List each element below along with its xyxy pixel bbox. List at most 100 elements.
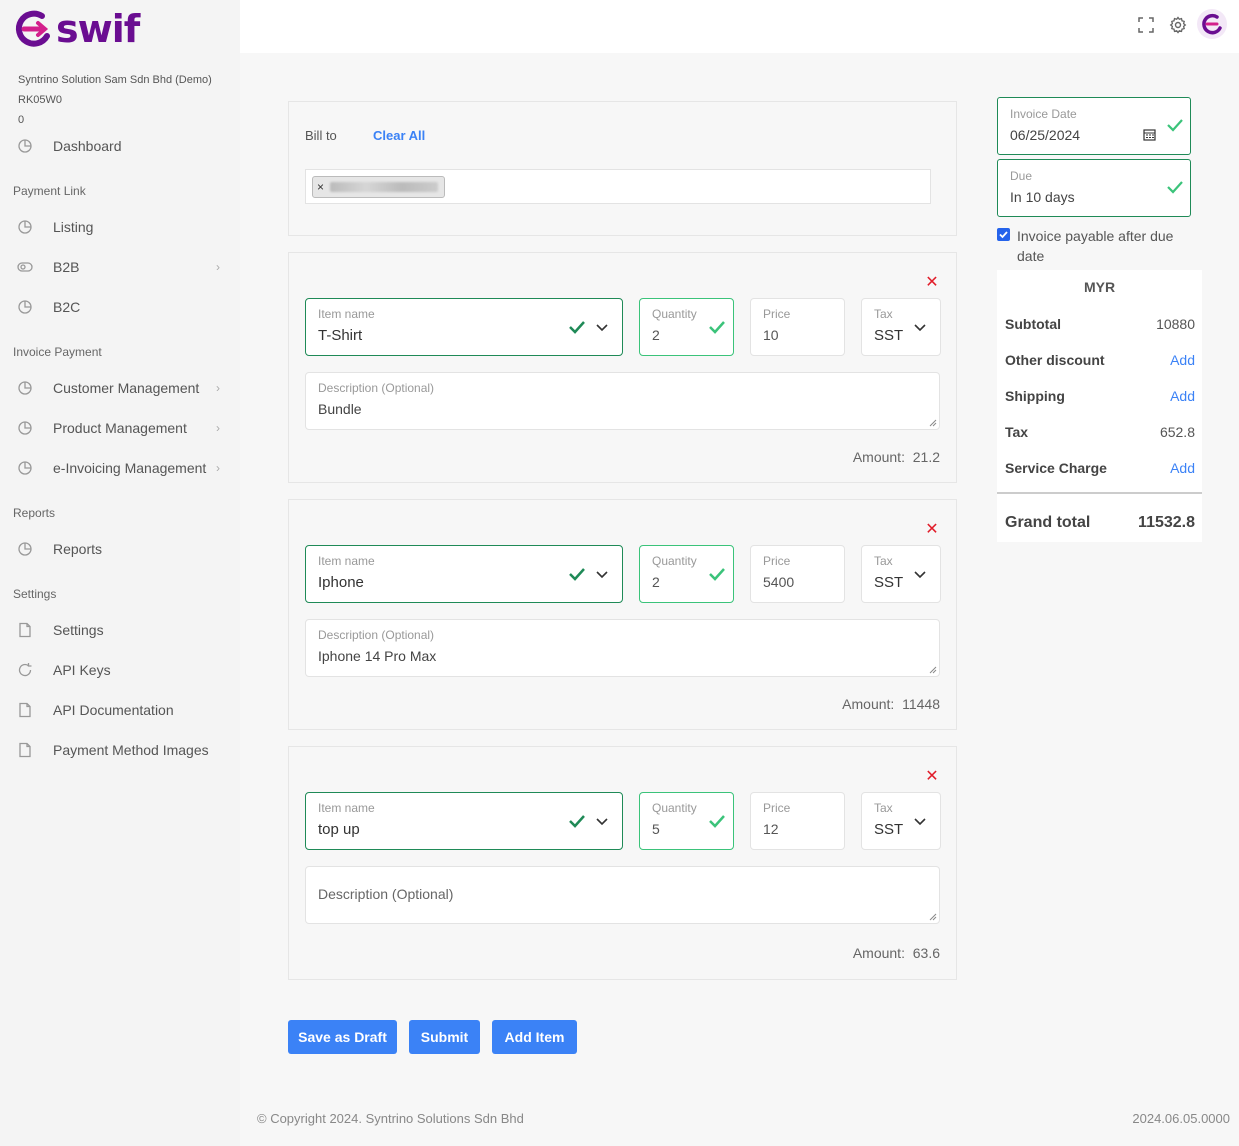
fullscreen-icon[interactable] xyxy=(1137,16,1155,34)
amount-value: 21.2 xyxy=(912,449,940,465)
section-settings: Settings xyxy=(13,587,57,601)
pie-chart-icon xyxy=(18,300,32,314)
item-amount: Amount: 21.2 xyxy=(853,449,940,465)
due-field[interactable]: Due In 10 days xyxy=(997,159,1191,217)
copyright: © Copyright 2024. Syntrino Solutions Sdn… xyxy=(257,1111,524,1126)
quantity-field[interactable]: Quantity 2 xyxy=(639,545,734,603)
price-field[interactable]: Price 10 xyxy=(750,298,845,356)
price-label: Price xyxy=(763,307,791,321)
quantity-field[interactable]: Quantity 2 xyxy=(639,298,734,356)
tax-label: Tax xyxy=(874,801,893,815)
remove-item-icon[interactable]: ✕ xyxy=(925,522,939,538)
sidebar-item-product-management[interactable]: Product Management › xyxy=(0,410,240,446)
other-discount-label: Other discount xyxy=(1005,352,1105,368)
due-label: Due xyxy=(1010,169,1033,183)
tax-value: SST xyxy=(874,821,904,838)
sidebar-item-api-documentation[interactable]: API Documentation xyxy=(0,692,240,728)
resize-handle-icon[interactable] xyxy=(929,666,937,674)
description-label: Description (Optional) xyxy=(318,628,435,642)
item-panel: ✕ Item name T-Shirt Quantity 2 Price 10 … xyxy=(288,252,957,483)
pie-chart-icon xyxy=(18,542,32,556)
sidebar-item-label: API Keys xyxy=(53,662,111,678)
add-item-button[interactable]: Add Item xyxy=(492,1020,577,1054)
description-field[interactable]: Description (Optional) Iphone 14 Pro Max xyxy=(305,619,940,677)
user-avatar-icon[interactable] xyxy=(1197,9,1227,39)
sidebar-item-reports[interactable]: Reports xyxy=(0,531,240,567)
description-value: Iphone 14 Pro Max xyxy=(318,648,437,664)
description-field[interactable]: Description (Optional) Bundle xyxy=(305,372,940,430)
payable-after-due-checkbox[interactable] xyxy=(997,228,1010,241)
file-icon xyxy=(19,702,31,718)
sidebar-item-label: API Documentation xyxy=(53,702,174,718)
amount-label: Amount: xyxy=(842,696,895,712)
sidebar-item-listing[interactable]: Listing xyxy=(0,209,240,245)
chevron-down-icon xyxy=(914,324,926,332)
sidebar-item-b2b[interactable]: B2B › xyxy=(0,249,240,285)
add-service-charge-link[interactable]: Add xyxy=(1170,460,1195,476)
item-panel: ✕ Item name top up Quantity 5 Price 12 T… xyxy=(288,746,957,980)
calendar-icon[interactable] xyxy=(1143,128,1156,141)
check-icon xyxy=(1167,181,1183,194)
sidebar-item-einvoicing-management[interactable]: e-Invoicing Management › xyxy=(0,450,240,486)
sidebar-item-api-keys[interactable]: API Keys xyxy=(0,652,240,688)
sidebar-item-dashboard[interactable]: Dashboard xyxy=(0,128,240,164)
grand-total-label: Grand total xyxy=(1005,514,1091,531)
item-name-value: Iphone xyxy=(318,574,364,591)
sidebar-item-customer-management[interactable]: Customer Management › xyxy=(0,370,240,406)
item-name-value: top up xyxy=(318,821,360,838)
quantity-label: Quantity xyxy=(652,801,697,815)
remove-tag-icon[interactable]: × xyxy=(317,180,324,194)
swif-logo-icon xyxy=(15,10,50,47)
tax-value: SST xyxy=(874,327,904,344)
tax-select[interactable]: Tax SST xyxy=(861,298,941,356)
resize-handle-icon[interactable] xyxy=(929,913,937,921)
item-name-select[interactable]: Item name top up xyxy=(305,792,623,850)
pie-chart-icon xyxy=(18,421,32,435)
sidebar-item-label: B2B xyxy=(53,259,80,275)
company-name: Syntrino Solution Sam Sdn Bhd (Demo) xyxy=(18,74,212,86)
chevron-right-icon: › xyxy=(216,381,220,395)
amount-value: 63.6 xyxy=(912,945,940,961)
item-name-select[interactable]: Item name T-Shirt xyxy=(305,298,623,356)
quantity-value: 2 xyxy=(652,574,660,590)
version: 2024.06.05.0000 xyxy=(1132,1111,1230,1126)
invoice-date-field[interactable]: Invoice Date 06/25/2024 xyxy=(997,97,1191,155)
pie-chart-icon xyxy=(18,139,32,153)
quantity-value: 2 xyxy=(652,327,660,343)
description-label: Description (Optional) xyxy=(318,381,435,395)
brand-logo[interactable]: swif xyxy=(12,8,140,50)
tax-select[interactable]: Tax SST xyxy=(861,792,941,850)
sidebar-item-payment-method-images[interactable]: Payment Method Images xyxy=(0,732,240,768)
remove-item-icon[interactable]: ✕ xyxy=(925,275,939,291)
item-name-select[interactable]: Item name Iphone xyxy=(305,545,623,603)
item-amount: Amount: 11448 xyxy=(842,696,940,712)
sidebar-item-settings[interactable]: Settings xyxy=(0,612,240,648)
add-shipping-link[interactable]: Add xyxy=(1170,388,1195,404)
sidebar-item-b2c[interactable]: B2C xyxy=(0,289,240,325)
description-value: Bundle xyxy=(318,401,362,417)
item-name-label: Item name xyxy=(318,554,375,568)
gear-icon[interactable] xyxy=(1169,16,1187,34)
company-code: RK05W0 xyxy=(18,94,63,106)
add-discount-link[interactable]: Add xyxy=(1170,352,1195,368)
remove-item-icon[interactable]: ✕ xyxy=(925,769,939,785)
save-as-draft-button[interactable]: Save as Draft xyxy=(288,1020,397,1054)
invoice-summary: MYR Subtotal 10880 Other discount Add Sh… xyxy=(997,270,1202,542)
item-name-label: Item name xyxy=(318,801,375,815)
bill-to-input[interactable]: × xyxy=(305,169,931,204)
chevron-down-icon xyxy=(596,818,608,826)
quantity-label: Quantity xyxy=(652,554,697,568)
price-field[interactable]: Price 5400 xyxy=(750,545,845,603)
company-info: Syntrino Solution Sam Sdn Bhd (Demo) RK0… xyxy=(18,70,212,130)
quantity-field[interactable]: Quantity 5 xyxy=(639,792,734,850)
section-invoice-payment: Invoice Payment xyxy=(13,345,102,359)
price-field[interactable]: Price 12 xyxy=(750,792,845,850)
summary-divider xyxy=(997,492,1202,494)
submit-button[interactable]: Submit xyxy=(409,1020,480,1054)
description-field[interactable]: Description (Optional) xyxy=(305,866,940,924)
tax-select[interactable]: Tax SST xyxy=(861,545,941,603)
item-panel: ✕ Item name Iphone Quantity 2 Price 5400… xyxy=(288,499,957,730)
resize-handle-icon[interactable] xyxy=(929,419,937,427)
file-icon xyxy=(19,622,31,638)
clear-all-link[interactable]: Clear All xyxy=(373,128,425,143)
